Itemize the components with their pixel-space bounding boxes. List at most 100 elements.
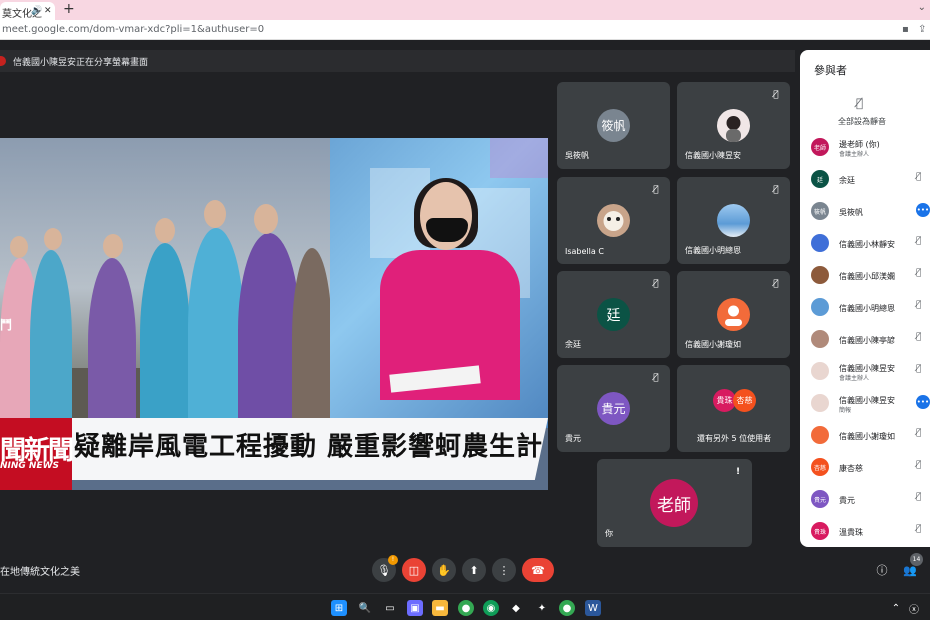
browser-tab-bar: 莫文化之 🔊 ✕ + ⌄ xyxy=(0,0,930,20)
leave-call-button[interactable]: ☎ xyxy=(522,558,554,582)
mic-off-icon[interactable]: 🎙̸ xyxy=(916,364,921,374)
mic-off-icon[interactable]: 🎙̸ xyxy=(916,332,921,342)
participant-tile[interactable]: 筱帆 吳筱帆 xyxy=(557,82,670,169)
share-icon[interactable]: ⇪ xyxy=(918,24,926,35)
speaking-icon[interactable]: ••• xyxy=(916,395,930,409)
participant-row[interactable]: 信義國小明總恩 🎙̸ xyxy=(800,292,930,322)
participant-name: 信義國小陳昱安 xyxy=(685,151,741,160)
mic-off-icon[interactable]: 🎙̸ xyxy=(856,96,863,110)
close-circle-icon[interactable]: ⓧ xyxy=(906,600,922,616)
url-text[interactable]: meet.google.com/dom-vmar-xdc?pli=1&authu… xyxy=(2,24,264,35)
mic-off-icon: 🎙̸ xyxy=(773,185,779,195)
file-explorer-icon[interactable]: ▬ xyxy=(432,600,448,616)
camera-icon[interactable]: ▪ xyxy=(902,24,909,35)
mic-off-icon[interactable]: 🎙̸ xyxy=(916,172,921,182)
participant-row[interactable]: 信義國小林靜安 🎙̸ xyxy=(800,228,930,258)
participant-tile[interactable]: 🎙̸ 貴元 貴元 xyxy=(557,365,670,452)
mic-off-icon[interactable]: 🎙̸ xyxy=(916,236,921,246)
speaking-icon[interactable]: ••• xyxy=(916,203,930,217)
mic-off-icon: 🎙̸ xyxy=(773,279,779,289)
mic-off-icon[interactable]: 🎙̸ xyxy=(916,524,921,534)
avatar: 貴珠 xyxy=(811,522,829,540)
present-button[interactable]: ⬆ xyxy=(462,558,486,582)
participant-tile[interactable]: 🎙̸ 信義國小明總恩 xyxy=(677,177,790,264)
participant-name: Isabella C xyxy=(565,247,604,256)
participant-row[interactable]: 杏慈 康杏慈 🎙̸ xyxy=(800,452,930,482)
browser-tab[interactable]: 莫文化之 🔊 ✕ xyxy=(0,2,55,20)
task-view-icon[interactable]: ▭ xyxy=(382,600,398,616)
mic-off-icon[interactable]: 🎙̸ xyxy=(916,460,921,470)
mic-off-icon[interactable]: 🎙̸ xyxy=(916,428,921,438)
participant-name: 信義國小明總恩 xyxy=(685,246,741,255)
presenting-icon xyxy=(0,56,6,66)
edge-icon[interactable]: ◉ xyxy=(483,600,499,616)
chrome-icon[interactable]: ● xyxy=(559,600,575,616)
mic-off-icon: 🎙̸ xyxy=(653,373,659,383)
mic-off-icon[interactable]: 🎙̸ xyxy=(916,492,921,502)
self-tile[interactable]: ! 老師 你 xyxy=(597,459,752,547)
participant-role: 會議主辦人 xyxy=(839,375,870,382)
avatar: 老師 xyxy=(811,138,829,156)
participant-row[interactable]: 信義國小陳昱安 會議主辦人 🎙̸ xyxy=(800,356,930,386)
mic-off-icon[interactable]: 🎙̸ xyxy=(916,268,921,278)
participant-name: 余廷 xyxy=(565,340,581,349)
participant-name: 吳筱帆 xyxy=(839,208,863,217)
windows-start-icon[interactable]: ⊞ xyxy=(331,600,347,616)
address-bar[interactable]: meet.google.com/dom-vmar-xdc?pli=1&authu… xyxy=(0,20,930,40)
participant-row[interactable]: 貴珠 溫貴珠 🎙̸ xyxy=(800,516,930,546)
participant-name: 貴元 xyxy=(839,496,855,505)
chevron-down-icon[interactable]: ⌄ xyxy=(918,2,926,13)
anchor-mask xyxy=(426,218,468,242)
mic-button[interactable]: 🎙 ! xyxy=(372,555,398,582)
participant-row[interactable]: 筱帆 吳筱帆 ••• xyxy=(800,196,930,226)
mic-off-icon: 🎙̸ xyxy=(773,90,779,100)
participant-tile[interactable]: 🎙̸ 廷 余廷 xyxy=(557,271,670,358)
word-icon[interactable]: W xyxy=(585,600,601,616)
avatar xyxy=(811,394,829,412)
chat-icon[interactable]: ▣ xyxy=(407,600,423,616)
hang-up-icon: ☎ xyxy=(531,563,545,577)
participant-row[interactable]: 老師 邊老師 (你) 會議主辦人 xyxy=(800,132,930,162)
chrome-icon[interactable]: ● xyxy=(458,600,474,616)
info-icon: ⓘ xyxy=(876,564,888,577)
presenter-text: 信義國小陳昱安正在分享螢幕畫面 xyxy=(13,58,149,68)
participant-row[interactable]: 信義國小陳亭諺 🎙̸ xyxy=(800,324,930,354)
participant-row[interactable]: 信義國小陳昱安 簡報 ••• xyxy=(800,388,930,418)
more-options-button[interactable]: ⋮ xyxy=(492,558,516,582)
app-icon[interactable]: ✦ xyxy=(534,600,550,616)
meeting-title: 在地傳統文化之美 xyxy=(0,567,80,578)
participant-name: 吳筱帆 xyxy=(565,151,589,160)
mute-all-button[interactable]: 全部設為靜音 xyxy=(838,116,886,127)
more-participants-tile[interactable]: 貴珠 杏慈 還有另外 5 位使用者 xyxy=(677,365,790,452)
avatar: 貴元 xyxy=(811,490,829,508)
app-icon[interactable]: ◆ xyxy=(508,600,524,616)
chevron-up-icon[interactable]: ⌃ xyxy=(888,600,904,616)
camera-button[interactable]: ◫ xyxy=(402,558,426,582)
participant-row[interactable]: 信義國小邱渼嫻 🎙̸ xyxy=(800,260,930,290)
meeting-info-button[interactable]: ⓘ xyxy=(870,558,894,582)
participant-name: 貴元 xyxy=(565,434,581,443)
participant-role: 簡報 xyxy=(839,407,852,414)
avatar xyxy=(717,204,750,237)
present-icon: ⬆ xyxy=(469,563,479,577)
participant-row[interactable]: 廷 余廷 🎙̸ xyxy=(800,164,930,194)
search-icon[interactable]: 🔍 xyxy=(357,600,373,616)
avatar xyxy=(811,266,829,284)
new-tab-button[interactable]: + xyxy=(63,1,75,17)
participant-row[interactable]: 信義國小謝瓊如 🎙̸ xyxy=(800,420,930,450)
participant-name: 余廷 xyxy=(839,176,855,185)
people-button[interactable]: 👥 14 xyxy=(898,553,923,582)
avatar xyxy=(811,234,829,252)
participant-tile[interactable]: 🎙̸ Isabella C xyxy=(557,177,670,264)
alert-icon: ! xyxy=(735,467,741,477)
raise-hand-button[interactable]: ✋ xyxy=(432,558,456,582)
windows-taskbar: ⊞ 🔍 ▭ ▣ ▬ ● ◉ ◆ ✦ ● W ⌃ ⓧ xyxy=(0,593,930,620)
participant-tile[interactable]: 🎙̸ 信義國小謝瓊如 xyxy=(677,271,790,358)
hand-icon: ✋ xyxy=(437,563,451,577)
presenter-banner: 信義國小陳昱安正在分享螢幕畫面 xyxy=(0,50,795,72)
speaker-icon[interactable]: 🔊 xyxy=(31,6,42,16)
close-tab-icon[interactable]: ✕ xyxy=(44,6,52,16)
participant-tile[interactable]: 🎙̸ 信義國小陳昱安 xyxy=(677,82,790,169)
mic-off-icon[interactable]: 🎙̸ xyxy=(916,300,921,310)
participant-row[interactable]: 貴元 貴元 🎙̸ xyxy=(800,484,930,514)
